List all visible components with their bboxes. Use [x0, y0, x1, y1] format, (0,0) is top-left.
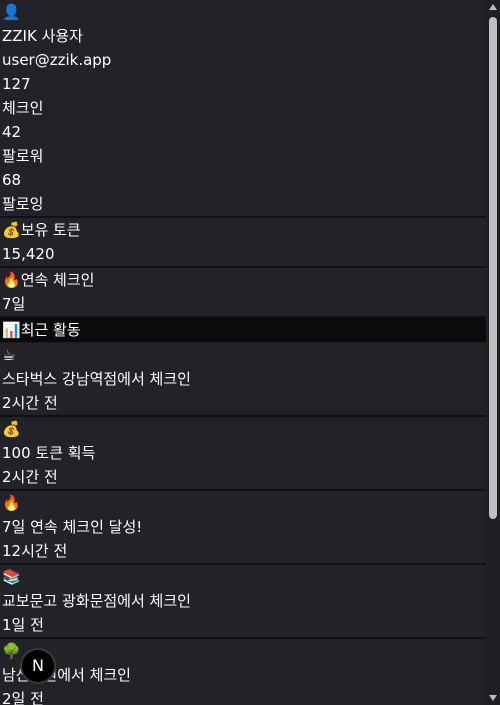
followers-label[interactable]: 팔로워: [0, 144, 486, 168]
fire-icon: 🔥: [2, 271, 21, 289]
books-icon: 📚: [2, 568, 21, 586]
page-content: 👤 ZZIK 사용자 user@zzik.app 127 체크인 42 팔로워 …: [0, 0, 486, 705]
token-balance-card: 💰보유 토큰 15,420: [0, 218, 486, 268]
activity-item[interactable]: 🌳 남산공원에서 체크인 2일 전: [0, 639, 486, 705]
streak-value: 7일: [2, 295, 26, 313]
activity-time: 2일 전: [2, 690, 44, 705]
activity-text: 100 토큰 획득: [2, 444, 96, 462]
token-balance-value: 15,420: [2, 245, 55, 263]
activity-item[interactable]: ☕ 스타벅스 강남역점에서 체크인 2시간 전: [0, 343, 486, 417]
bar-chart-icon: 📊: [2, 321, 21, 339]
activity-time: 2시간 전: [2, 394, 58, 412]
activity-text: 스타벅스 강남역점에서 체크인: [2, 370, 191, 388]
scrollbar-thumb[interactable]: [489, 17, 497, 519]
user-name: ZZIK 사용자: [2, 27, 83, 45]
money-bag-icon: 💰: [2, 221, 21, 239]
activity-time: 2시간 전: [2, 468, 58, 486]
activity-time: 1일 전: [2, 616, 44, 634]
fire-icon: 🔥: [2, 494, 21, 512]
tree-icon: 🌳: [2, 642, 21, 660]
following-count[interactable]: 68: [0, 168, 486, 192]
checkins-count: 127: [2, 75, 31, 93]
avatar-icon: 👤: [2, 3, 21, 21]
profile-card: 👤 ZZIK 사용자 user@zzik.app 127 체크인 42 팔로워 …: [0, 0, 486, 218]
user-email: user@zzik.app: [2, 51, 112, 69]
checkins-label: 체크인: [2, 99, 44, 117]
followers-count[interactable]: 42: [0, 120, 486, 144]
coffee-icon: ☕: [2, 346, 16, 364]
activity-text: 교보문고 광화문점에서 체크인: [2, 592, 191, 610]
next-dev-tools-button[interactable]: N: [22, 650, 54, 682]
scroll-down-arrow-icon[interactable]: [489, 695, 497, 701]
streak-card: 🔥연속 체크인 7일: [0, 268, 486, 318]
recent-activity-title: 최근 활동: [20, 321, 81, 339]
activity-item[interactable]: 💰 100 토큰 획득 2시간 전: [0, 417, 486, 491]
activity-text: 남산공원에서 체크인: [2, 666, 131, 684]
activity-item[interactable]: 📚 교보문고 광화문점에서 체크인 1일 전: [0, 565, 486, 639]
scroll-up-arrow-icon[interactable]: [489, 4, 497, 10]
following-label[interactable]: 팔로잉: [0, 192, 486, 216]
activity-time: 12시간 전: [2, 542, 68, 560]
streak-label: 연속 체크인: [20, 271, 95, 289]
recent-activity-header: 📊최근 활동: [0, 318, 486, 343]
token-balance-label: 보유 토큰: [20, 221, 81, 239]
activity-item[interactable]: 🔥 7일 연속 체크인 달성! 12시간 전: [0, 491, 486, 565]
activity-text: 7일 연속 체크인 달성!: [2, 518, 143, 536]
money-bag-icon: 💰: [2, 420, 21, 438]
app-viewport: 👤 ZZIK 사용자 user@zzik.app 127 체크인 42 팔로워 …: [0, 0, 500, 705]
vertical-scrollbar[interactable]: [486, 0, 500, 705]
